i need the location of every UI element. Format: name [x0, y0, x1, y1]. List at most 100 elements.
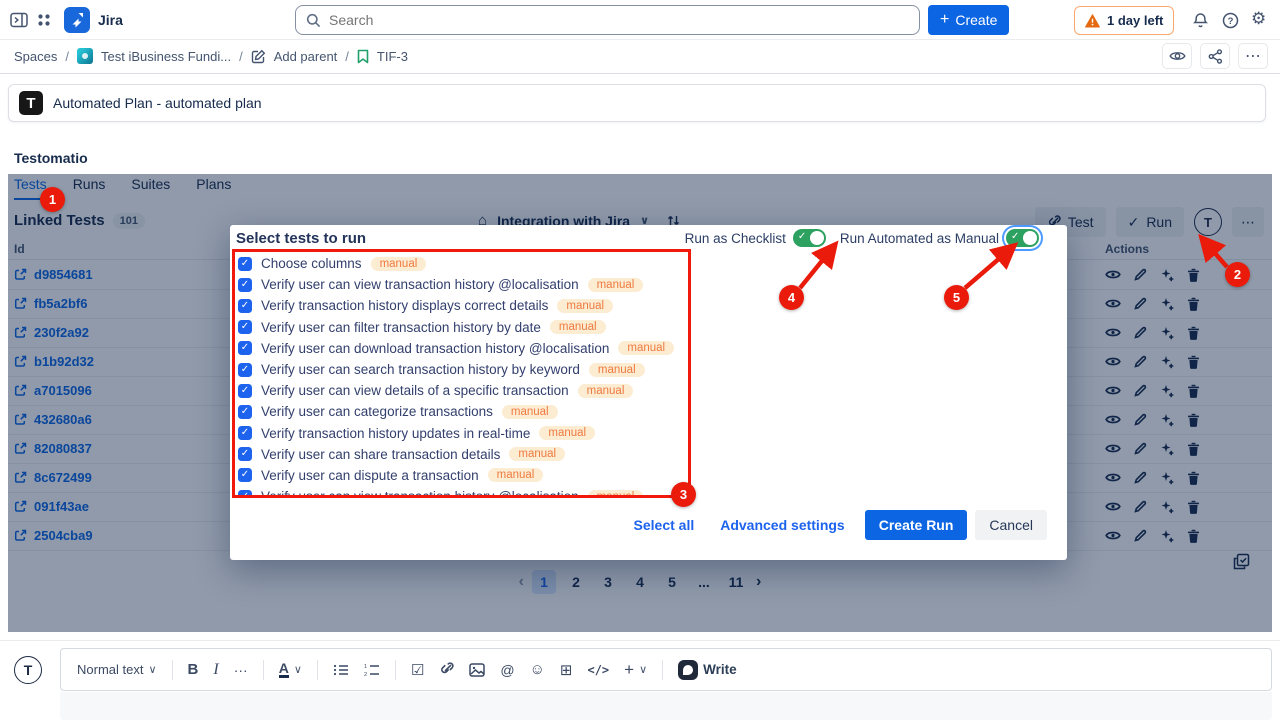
notifications-bell-icon[interactable]: [1192, 12, 1209, 29]
svg-text:2: 2: [364, 672, 367, 677]
test-checklist-row: ✓ Verify user can dispute a transaction …: [238, 465, 688, 486]
search-bar[interactable]: [295, 5, 920, 35]
code-block-button[interactable]: </>: [587, 663, 609, 677]
edit-icon: [251, 49, 266, 64]
text-style-dropdown[interactable]: Normal text ∨: [77, 662, 157, 677]
test-checkbox[interactable]: ✓: [238, 363, 252, 377]
annotation-1: 1: [40, 187, 65, 212]
create-button[interactable]: + Create: [928, 5, 1009, 35]
modal-title: Select tests to run: [236, 230, 366, 247]
test-label: Choose columns: [261, 256, 362, 271]
manual-badge: manual: [557, 299, 613, 313]
test-checkbox[interactable]: ✓: [238, 490, 252, 495]
manual-badge: manual: [509, 447, 565, 461]
test-label: Verify transaction history updates in re…: [261, 426, 530, 441]
test-checkbox[interactable]: ✓: [238, 426, 252, 440]
jira-logo-icon[interactable]: [64, 7, 90, 33]
test-checkbox[interactable]: ✓: [238, 341, 252, 355]
create-run-button[interactable]: Create Run: [865, 510, 968, 540]
app-switcher-icon[interactable]: [36, 12, 52, 28]
sidebar-toggle-icon[interactable]: [10, 12, 28, 28]
text-color-dropdown[interactable]: A ∨: [279, 661, 302, 678]
run-automated-as-manual-toggle[interactable]: ✓: [1006, 229, 1039, 247]
run-as-checklist-label: Run as Checklist: [685, 231, 786, 246]
editor-content-area[interactable]: [60, 692, 1272, 720]
breadcrumb-space-name[interactable]: Test iBusiness Fundi...: [101, 49, 231, 64]
warning-icon: [1085, 14, 1100, 28]
space-avatar: [77, 48, 93, 64]
test-checkbox[interactable]: ✓: [238, 405, 252, 419]
test-checklist: ✓ Choose columns manual ✓ Verify user ca…: [238, 253, 688, 495]
more-formatting-button[interactable]: ···: [234, 662, 248, 678]
manual-badge: manual: [550, 320, 606, 334]
trial-countdown-badge[interactable]: 1 day left: [1074, 6, 1174, 35]
manual-badge: manual: [539, 426, 595, 440]
mention-button[interactable]: @: [500, 662, 514, 678]
select-all-link[interactable]: Select all: [634, 517, 695, 533]
help-icon[interactable]: ?: [1222, 12, 1239, 29]
test-checkbox[interactable]: ✓: [238, 447, 252, 461]
test-label: Verify user can download transaction his…: [261, 341, 609, 356]
annotation-4: 4: [779, 285, 804, 310]
test-label: Verify transaction history displays corr…: [261, 298, 548, 313]
manual-badge: manual: [488, 468, 544, 482]
bullet-list-button[interactable]: [333, 663, 349, 677]
insert-link-button[interactable]: [439, 662, 454, 677]
test-checklist-row: ✓ Verify user can categorize transaction…: [238, 401, 688, 422]
italic-button[interactable]: I: [213, 661, 218, 679]
insert-table-button[interactable]: ⊞: [560, 661, 573, 679]
select-tests-modal: Select tests to run Run as Checklist ✓ R…: [230, 225, 1067, 560]
insert-image-button[interactable]: [469, 663, 485, 677]
manual-badge: manual: [578, 384, 634, 398]
test-checklist-row: ✓ Verify transaction history displays co…: [238, 295, 688, 316]
test-label: Verify user can search transaction histo…: [261, 362, 580, 377]
test-checkbox[interactable]: ✓: [238, 320, 252, 334]
task-list-button[interactable]: ☑: [411, 661, 424, 679]
test-checkbox[interactable]: ✓: [238, 257, 252, 271]
test-label: Verify user can dispute a transaction: [261, 468, 479, 483]
breadcrumb-spaces[interactable]: Spaces: [14, 49, 57, 64]
search-icon: [306, 13, 321, 28]
chevron-down-icon: ∨: [148, 663, 156, 676]
test-label: Verify user can view details of a specif…: [261, 383, 569, 398]
manual-badge: manual: [588, 278, 644, 292]
test-checkbox[interactable]: ✓: [238, 468, 252, 482]
test-checklist-row: ✓ Verify user can filter transaction his…: [238, 317, 688, 338]
write-logo-icon: [678, 660, 698, 680]
emoji-button[interactable]: ☺: [530, 661, 545, 678]
test-checkbox[interactable]: ✓: [238, 299, 252, 313]
run-as-checklist-toggle[interactable]: ✓: [793, 229, 826, 247]
manual-badge: manual: [588, 490, 644, 495]
manual-badge: manual: [502, 405, 558, 419]
test-checkbox[interactable]: ✓: [238, 384, 252, 398]
test-checklist-row: ✓ Verify user can view details of a spec…: [238, 380, 688, 401]
breadcrumb-add-parent[interactable]: Add parent: [274, 49, 338, 64]
cancel-button[interactable]: Cancel: [975, 510, 1047, 540]
search-input[interactable]: [329, 12, 909, 28]
test-checklist-row: ✓ Verify user can share transaction deta…: [238, 444, 688, 465]
test-label: Verify user can filter transaction histo…: [261, 320, 541, 335]
more-actions-button[interactable]: ⋯: [1238, 43, 1268, 69]
editor-toolbar: Normal text ∨ B I ··· A ∨ 1 2 ☑: [60, 648, 1272, 691]
insert-more-dropdown[interactable]: + ∨: [624, 660, 647, 680]
numbered-list-button[interactable]: 1 2: [364, 663, 380, 677]
breadcrumb: Spaces / Test iBusiness Fundi... / Add p…: [0, 40, 1280, 73]
test-checklist-row: ✓ Verify user can view transaction histo…: [238, 486, 688, 495]
share-button[interactable]: [1200, 43, 1230, 69]
test-checklist-row: ✓ Verify user can view transaction histo…: [238, 274, 688, 295]
test-label: Verify user can view transaction history…: [261, 489, 579, 495]
advanced-settings-link[interactable]: Advanced settings: [720, 517, 844, 533]
svg-text:?: ?: [1228, 16, 1234, 27]
watch-eye-button[interactable]: [1162, 43, 1192, 69]
annotation-5: 5: [944, 285, 969, 310]
bold-button[interactable]: B: [188, 661, 199, 678]
svg-text:1: 1: [364, 664, 367, 670]
breadcrumb-issue-key[interactable]: TIF-3: [377, 49, 408, 64]
test-checkbox[interactable]: ✓: [238, 278, 252, 292]
ai-write-button[interactable]: Write: [678, 660, 737, 680]
settings-gear-icon[interactable]: ⚙: [1251, 9, 1266, 29]
run-automated-as-manual-label: Run Automated as Manual: [840, 231, 999, 246]
plus-icon: +: [940, 11, 949, 29]
testomatio-editor-logo: T: [14, 656, 42, 684]
plan-title-card[interactable]: T Automated Plan - automated plan: [8, 84, 1266, 122]
